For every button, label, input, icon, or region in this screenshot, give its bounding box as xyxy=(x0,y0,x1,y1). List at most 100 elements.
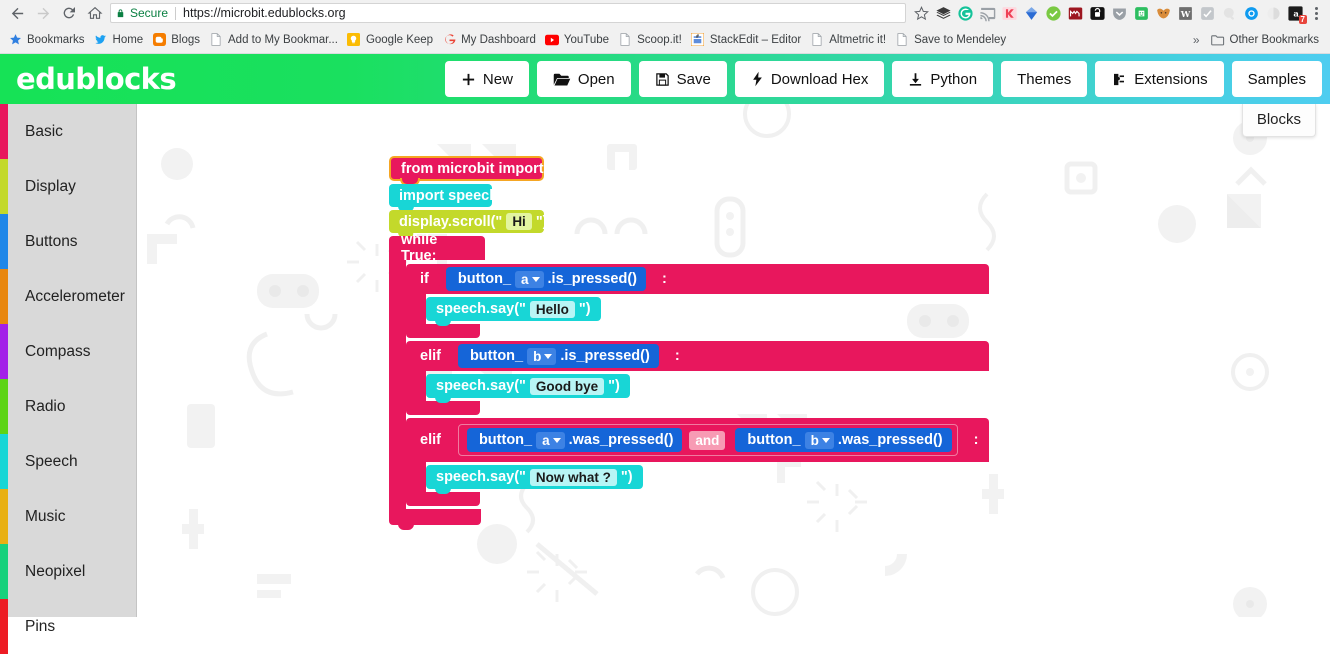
extensions-button[interactable]: Extensions xyxy=(1095,61,1224,97)
open-button[interactable]: Open xyxy=(536,61,631,97)
elif-header[interactable]: elif button_ b .is_pressed(): xyxy=(406,341,990,371)
address-bar[interactable]: Secure https://microbit.edublocks.org xyxy=(110,3,906,23)
sidebar-item-buttons[interactable]: Buttons xyxy=(0,214,136,269)
bookmark-item-scoopit[interactable]: Scoop.it! xyxy=(615,30,688,50)
blue-circle-icon[interactable] xyxy=(1240,0,1262,26)
value-button-b-was-pressed[interactable]: button_ b .was_pressed() xyxy=(735,428,952,452)
bookmark-item-google-keep[interactable]: Google Keep xyxy=(344,30,439,50)
program-stack: from microbit import * import speech dis… xyxy=(389,156,990,530)
block-from-microbit-import[interactable]: from microbit import * xyxy=(389,156,553,186)
reload-icon[interactable] xyxy=(56,0,82,26)
sidebar-item-neopixel[interactable]: Neopixel xyxy=(0,544,136,599)
block-elif-both-was-pressed[interactable]: elif button_ a .was_pressed() and button… xyxy=(406,418,990,506)
elif-header[interactable]: elif button_ a .was_pressed() and button… xyxy=(406,418,990,462)
value-button-b-is-pressed[interactable]: button_ b .is_pressed() xyxy=(457,344,659,368)
browser-chrome: Secure https://microbit.edublocks.org W … xyxy=(0,0,1330,54)
mendeley-icon[interactable] xyxy=(1064,0,1086,26)
while-header[interactable]: while True: xyxy=(389,232,485,264)
block-if-button-a[interactable]: if button_ a .is_pressed(): speech.say(… xyxy=(406,264,990,338)
if-header[interactable]: if button_ a .is_pressed(): xyxy=(406,264,990,294)
edublocks-logo[interactable]: edublocks xyxy=(16,62,177,96)
other-bookmarks-label: Other Bookmarks xyxy=(1229,33,1319,46)
button-dropdown[interactable]: b xyxy=(804,431,834,449)
bookmark-item-bookmarks[interactable]: Bookmarks xyxy=(5,30,91,50)
block-while-true[interactable]: while True: if button_ a .is_pressed():… xyxy=(389,232,990,530)
lastpass-icon[interactable] xyxy=(1108,0,1130,26)
download-hex-button[interactable]: Download Hex xyxy=(734,61,885,97)
block-display-scroll[interactable]: display.scroll(" Hi ") xyxy=(389,210,548,238)
pocket-icon[interactable] xyxy=(932,0,954,26)
bookmark-item-add-to-my-bookmarks[interactable]: Add to My Bookmar... xyxy=(206,30,344,50)
evernote-icon[interactable] xyxy=(1130,0,1152,26)
fox-icon[interactable] xyxy=(1152,0,1174,26)
block-suffix: ") xyxy=(620,469,633,485)
page-icon xyxy=(810,33,824,47)
block-elif-button-b[interactable]: elif button_ b .is_pressed(): speech.sa… xyxy=(406,341,990,415)
elif-children: speech.say(" Good bye ") xyxy=(426,371,630,403)
sidebar-item-accelerometer[interactable]: Accelerometer xyxy=(0,269,136,324)
blocks-canvas[interactable]: Blocks from microbit import * import spe… xyxy=(137,104,1330,617)
category-color-bar xyxy=(0,599,8,654)
home-icon[interactable] xyxy=(82,0,108,26)
themes-button[interactable]: Themes xyxy=(1001,61,1088,97)
block-speech-say-now-what[interactable]: speech.say(" Now what ? ") xyxy=(426,465,643,494)
value-button-a-was-pressed[interactable]: button_ a .was_pressed() xyxy=(466,428,683,452)
bookmark-label: Scoop.it! xyxy=(637,33,682,46)
bookmark-item-save-to-mendeley[interactable]: Save to Mendeley xyxy=(892,30,1012,50)
logic-and-expression[interactable]: button_ a .was_pressed() and button_ b .… xyxy=(457,424,958,456)
bookmark-item-youtube[interactable]: YouTube xyxy=(542,30,615,50)
sidebar-item-speech[interactable]: Speech xyxy=(0,434,136,489)
svg-text:#: # xyxy=(696,34,699,40)
sidebar-item-basic[interactable]: Basic xyxy=(0,104,136,159)
diigo-icon[interactable] xyxy=(1020,0,1042,26)
button-dropdown[interactable]: a xyxy=(515,270,544,288)
check-gray-icon[interactable] xyxy=(1196,0,1218,26)
value-button-a-is-pressed[interactable]: button_ a .is_pressed() xyxy=(445,267,646,291)
bookmark-label: YouTube xyxy=(563,33,610,46)
bookmark-item-home[interactable]: Home xyxy=(91,30,150,50)
back-arrow-icon[interactable] xyxy=(4,0,30,26)
block-speech-say-hello[interactable]: speech.say(" Hello ") xyxy=(426,297,601,326)
display-scroll-text-field[interactable]: Hi xyxy=(506,213,532,230)
bookmark-item-my-dashboard[interactable]: My Dashboard xyxy=(439,30,542,50)
other-bookmarks-folder[interactable]: Other Bookmarks xyxy=(1208,30,1325,50)
gray-circle-icon xyxy=(1262,0,1284,26)
bookmarks-overflow-chevron[interactable]: » xyxy=(1185,33,1208,47)
and-operator[interactable]: and xyxy=(689,430,726,450)
sidebar-item-pins[interactable]: Pins xyxy=(0,599,136,654)
sidebar-item-label: Basic xyxy=(25,122,63,140)
speech-text-field[interactable]: Now what ? xyxy=(529,468,617,486)
sidebar-item-display[interactable]: Display xyxy=(0,159,136,214)
bookmark-item-altmetric[interactable]: Altmetric it! xyxy=(807,30,892,50)
while-spine xyxy=(389,260,406,509)
bookmark-item-stackedit[interactable]: # StackEdit – Editor xyxy=(688,30,807,50)
grammarly-icon[interactable] xyxy=(954,0,976,26)
sidebar-item-compass[interactable]: Compass xyxy=(0,324,136,379)
wikipedia-w-icon[interactable]: W xyxy=(1174,0,1196,26)
cast-icon[interactable] xyxy=(976,0,998,26)
sidebar-item-radio[interactable]: Radio xyxy=(0,379,136,434)
button-dropdown[interactable]: a xyxy=(536,431,565,449)
speech-text-field[interactable]: Good bye xyxy=(529,377,605,395)
adblock-icon[interactable]: a 7 xyxy=(1284,0,1307,26)
button-dropdown[interactable]: b xyxy=(527,347,557,365)
speech-text-field[interactable]: Hello xyxy=(529,300,575,318)
blocks-tab[interactable]: Blocks xyxy=(1241,104,1316,137)
save-button[interactable]: Save xyxy=(638,61,727,97)
checkmark-icon[interactable] xyxy=(1042,0,1064,26)
lock-icon xyxy=(117,8,124,17)
lock-unlocked-icon[interactable] xyxy=(1086,0,1108,26)
value-suffix: .is_pressed() xyxy=(560,348,650,364)
sidebar-item-music[interactable]: Music xyxy=(0,489,136,544)
samples-button[interactable]: Samples xyxy=(1231,61,1322,97)
block-speech-say-goodbye[interactable]: speech.say(" Good bye ") xyxy=(426,374,630,403)
search-gray-icon xyxy=(1218,0,1240,26)
python-button[interactable]: Python xyxy=(892,61,994,97)
kami-icon[interactable] xyxy=(998,0,1020,26)
block-import-speech[interactable]: import speech xyxy=(389,184,498,212)
new-button[interactable]: New xyxy=(444,61,529,97)
bookmark-item-blogs[interactable]: Blogs xyxy=(149,30,206,50)
bookmark-star-icon[interactable] xyxy=(910,0,932,26)
url-text[interactable]: https://microbit.edublocks.org xyxy=(183,6,346,20)
three-dots-menu-icon[interactable] xyxy=(1306,0,1326,26)
